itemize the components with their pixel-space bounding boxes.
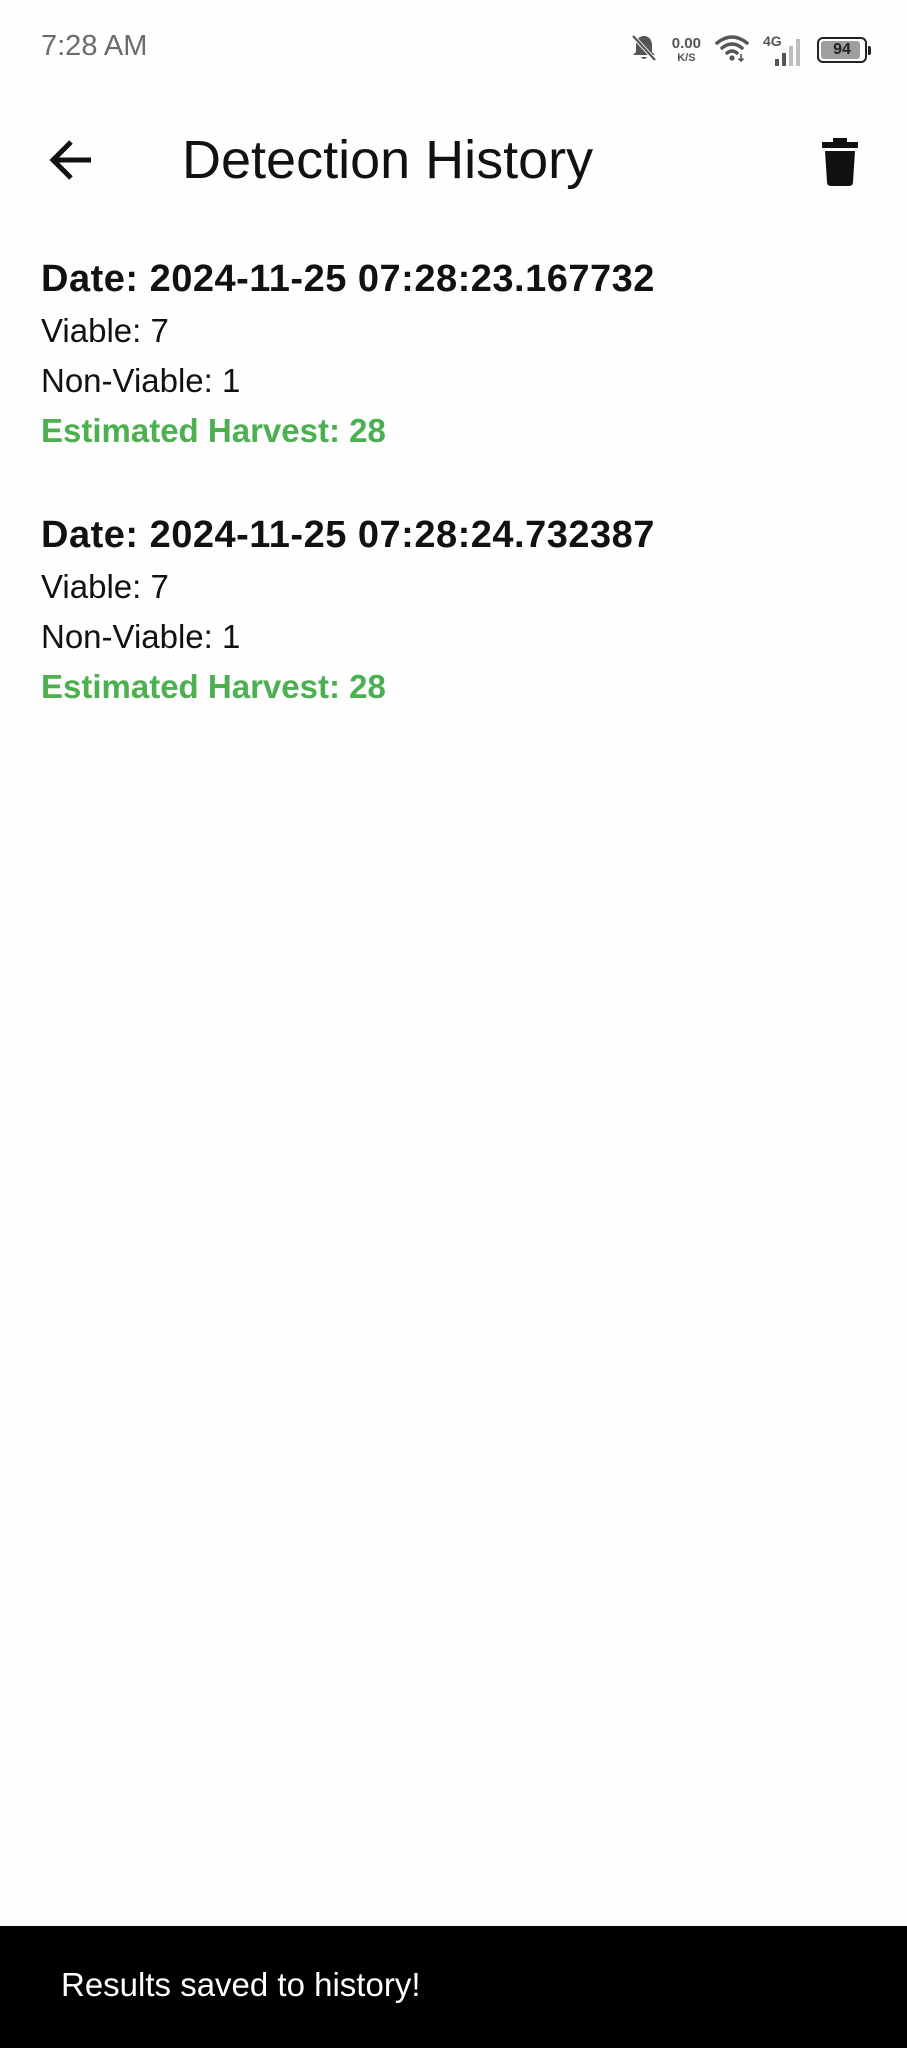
entry-estimated-harvest: Estimated Harvest: 28 [41, 668, 386, 705]
status-bar: 7:28 AM 0.00 K/S 4G 94 [0, 0, 907, 100]
net-speed-indicator: 0.00 K/S [672, 36, 701, 64]
history-entry: Date: 2024-11-25 07:28:23.167732 Viable:… [41, 252, 871, 456]
battery-level: 94 [833, 41, 851, 58]
entry-viable: Viable: 7 [41, 312, 169, 349]
entry-non-viable: Non-Viable: 1 [41, 618, 241, 655]
entry-date: Date: 2024-11-25 07:28:24.732387 [41, 514, 655, 556]
arrow-left-icon [47, 138, 95, 187]
page-title: Detection History [182, 130, 594, 190]
trash-icon [822, 137, 858, 191]
battery-icon: 94 [817, 37, 871, 63]
delete-history-button[interactable] [809, 133, 871, 195]
status-icons: 0.00 K/S 4G 94 [630, 30, 871, 70]
history-list: Date: 2024-11-25 07:28:23.167732 Viable:… [41, 252, 871, 764]
entry-date: Date: 2024-11-25 07:28:23.167732 [41, 258, 655, 300]
entry-non-viable: Non-Viable: 1 [41, 362, 241, 399]
back-button[interactable] [38, 134, 104, 190]
app-bar: Detection History [0, 100, 907, 220]
snackbar: Results saved to history! [0, 1926, 907, 2048]
net-speed-unit: K/S [677, 52, 696, 64]
wifi-icon [715, 34, 749, 67]
entry-viable: Viable: 7 [41, 568, 169, 605]
bell-off-icon [630, 33, 658, 68]
entry-estimated-harvest: Estimated Harvest: 28 [41, 412, 386, 449]
snackbar-message: Results saved to history! [61, 1966, 421, 2003]
cellular-signal-icon: 4G [763, 33, 803, 67]
history-entry: Date: 2024-11-25 07:28:24.732387 Viable:… [41, 508, 871, 712]
status-time: 7:28 AM [41, 30, 148, 62]
net-speed-value: 0.00 [671, 35, 701, 52]
